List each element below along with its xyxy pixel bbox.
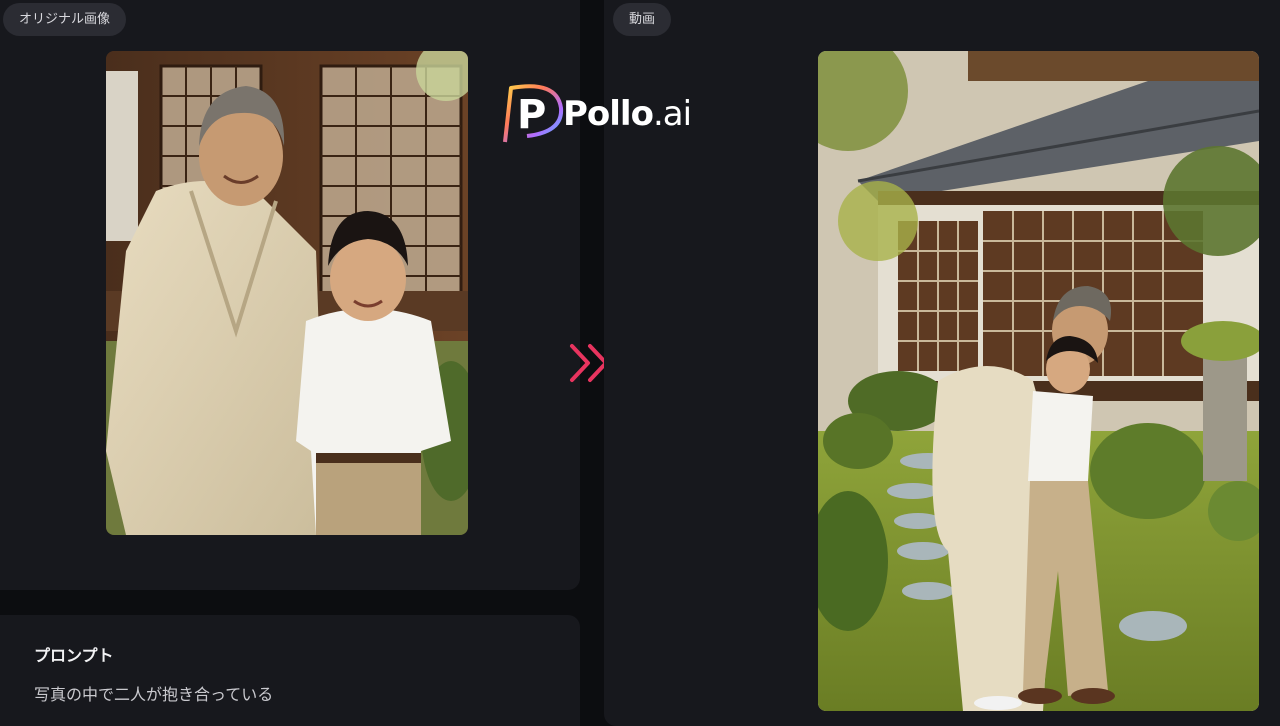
original-photo-illustration [106,51,468,535]
pollo-logo-letter: P [517,92,546,138]
video-frame[interactable] [818,51,1259,711]
brand-name: Pollo [563,94,654,134]
original-image[interactable] [106,51,468,535]
prompt-panel [0,615,580,726]
prompt-text: 写真の中で二人が抱き合っている [34,685,274,704]
prompt-title: プロンプト [34,646,114,665]
video-label: 動画 [613,3,672,36]
brand-suffix: .ai [652,94,692,134]
video-frame-illustration [818,51,1259,711]
pollo-ai-logo: P Pollo.ai [497,80,737,148]
app-stage: オリジナル画像 動画 P Pollo.ai プロンプト 写真の中で二人が抱き合っ… [0,0,1280,726]
original-image-label: オリジナル画像 [3,3,127,36]
pollo-logo-wordmark: Pollo.ai [563,94,692,134]
pollo-logo-icon: P [503,84,564,143]
